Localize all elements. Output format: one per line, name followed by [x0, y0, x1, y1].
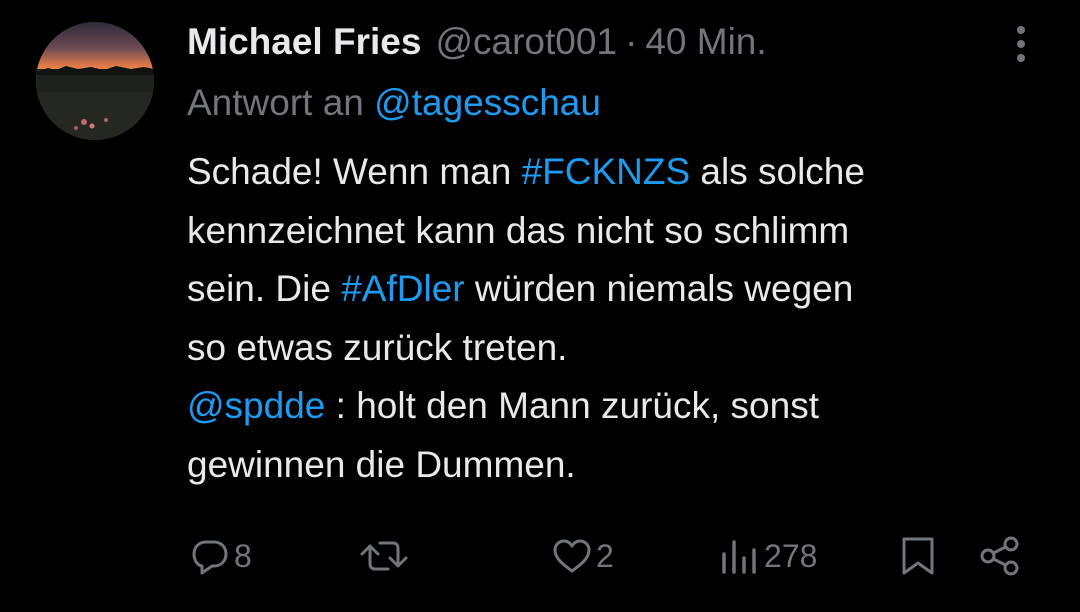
reply-context: Antwort an @tagesschau — [187, 82, 601, 124]
more-vertical-icon — [1017, 26, 1025, 62]
tweet[interactable]: Michael Fries @carot001 · 40 Min. Antwor… — [0, 0, 1080, 612]
share-icon — [980, 536, 1019, 576]
reply-to-mention[interactable]: @tagesschau — [374, 82, 601, 123]
text-segment: als solche — [690, 151, 865, 192]
action-bar: 8 2 278 — [0, 528, 1080, 584]
like-button[interactable]: 2 — [550, 528, 614, 584]
views-count: 278 — [764, 537, 818, 574]
retweet-button[interactable] — [358, 528, 412, 584]
tweet-line: sein. Die #AfDler würden niemals wegen — [187, 260, 1067, 319]
user-handle[interactable]: @carot001 — [435, 21, 617, 63]
tweet-text: Schade! Wenn man #FCKNZS als solche kenn… — [187, 143, 1067, 494]
reply-count: 8 — [234, 537, 252, 574]
reply-icon — [192, 540, 228, 575]
reply-prefix: Antwort an — [187, 82, 364, 123]
text-segment: würden niemals wegen — [464, 268, 854, 309]
bookmark-icon — [902, 537, 934, 575]
views-button[interactable]: 278 — [718, 528, 817, 584]
heart-icon — [553, 539, 591, 573]
hashtag-afdler[interactable]: #AfDler — [341, 268, 464, 309]
timestamp[interactable]: 40 Min. — [645, 21, 766, 63]
views-icon — [722, 540, 756, 574]
tweet-header: Michael Fries @carot001 · 40 Min. — [187, 18, 767, 66]
tweet-line: kennzeichnet kann das nicht so schlimm — [187, 209, 850, 251]
text-segment: sein. Die — [187, 268, 342, 309]
tweet-line: Schade! Wenn man #FCKNZS als solche — [187, 143, 1067, 202]
reply-button[interactable]: 8 — [188, 528, 252, 584]
avatar-image — [36, 22, 154, 140]
more-options-button[interactable] — [1004, 22, 1038, 66]
text-segment: Schade! Wenn man — [187, 151, 522, 192]
bookmark-button[interactable] — [896, 528, 940, 584]
like-count: 2 — [596, 537, 614, 574]
separator-dot: · — [625, 21, 638, 62]
avatar[interactable] — [36, 22, 154, 140]
hashtag-fcknzs[interactable]: #FCKNZS — [522, 151, 691, 192]
text-segment: : holt den Mann zurück, sonst — [325, 385, 819, 426]
tweet-line: gewinnen die Dummen. — [187, 443, 576, 485]
display-name[interactable]: Michael Fries — [187, 21, 421, 63]
tweet-line: @spdde : holt den Mann zurück, sonst — [187, 377, 1067, 436]
share-button[interactable] — [976, 528, 1024, 584]
mention-spdde[interactable]: @spdde — [187, 385, 325, 426]
retweet-icon — [360, 541, 408, 571]
tweet-line: so etwas zurück treten. — [187, 326, 568, 368]
